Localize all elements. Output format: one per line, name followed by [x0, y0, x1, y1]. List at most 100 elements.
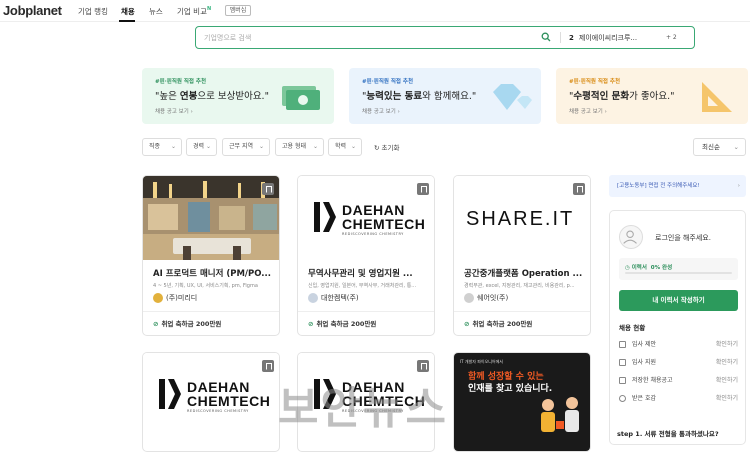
company-logo-icon — [308, 293, 318, 303]
filter-job[interactable]: 직종 ⌄ — [142, 138, 182, 156]
shareit-logo: SHARE.IT — [466, 208, 575, 230]
status-row-likes[interactable]: 받은 호감 확인하기 — [619, 393, 738, 407]
login-prompt[interactable]: 로그인을 해주세요. — [655, 233, 711, 243]
recommend-banner[interactable]: #핀·핀직원 직접 추천 "능력있는 동료와 함께해요." 채용 공고 보기 › — [349, 68, 541, 124]
jobplanet-logo[interactable]: Jobplanet — [3, 3, 62, 18]
sort-label: 최신순 — [702, 143, 720, 151]
user-icon — [623, 230, 637, 244]
filter-employment-type[interactable]: 고용 형태 ⌄ — [275, 138, 324, 156]
status-action[interactable]: 확인하기 — [716, 393, 738, 402]
diamond-icon — [493, 84, 532, 110]
job-meta: 신입, 영업지원, 일본어, 무역사무, 거래처관리, 통... — [308, 283, 417, 289]
job-title[interactable]: 무역사무관리 및 영업지원 ... — [308, 267, 430, 279]
bookmark-icon[interactable] — [417, 360, 429, 372]
filter-employment-label: 고용 형태 — [282, 143, 306, 150]
recommend-banner[interactable]: #핀·핀직원 직접 추천 "수평적인 문화가 좋아요." 채용 공고 보기 › — [556, 68, 748, 124]
job-title[interactable]: 공간중개플랫폼 Operation ... — [464, 267, 586, 279]
avatar[interactable] — [619, 225, 643, 249]
sort-select[interactable]: 최신순 ⌄ — [693, 138, 746, 156]
nav-jobs[interactable]: 채용 — [121, 6, 135, 17]
status-label: 입사 지원 — [632, 359, 656, 366]
card-divider — [298, 311, 434, 312]
daehan-mark-icon — [159, 379, 181, 409]
write-resume-button[interactable]: 내 이력서 작성하기 — [619, 290, 738, 311]
bookmark-icon[interactable] — [262, 183, 274, 195]
check-circle-icon: ⊘ — [308, 320, 314, 328]
nav-company-compare[interactable]: 기업 비교N — [177, 6, 211, 17]
chevron-down-icon: ⌄ — [350, 143, 356, 150]
notice-banner[interactable]: [고용노동부] 면접 전 주의해주세요! › — [609, 175, 746, 197]
banner-link[interactable]: 채용 공고 보기 › — [362, 107, 400, 115]
membership-button[interactable]: 멤버십 — [225, 5, 251, 16]
filter-education[interactable]: 학력 ⌄ — [328, 138, 362, 156]
headline-pre: "높은 — [155, 91, 180, 102]
search-bar: 2 제이에이씨리크루... + 2 — [195, 26, 695, 49]
search-input[interactable] — [204, 31, 524, 44]
banner-tag: #핀·핀직원 직접 추천 — [155, 79, 207, 85]
logo-line3: REDISCOVERING CHEMISTRY — [187, 409, 249, 413]
status-action[interactable]: 확인하기 — [716, 339, 738, 348]
job-title[interactable]: AI 프로덕트 매니저 (PM/PO... — [153, 267, 275, 279]
banner-headline: "높은 연봉으로 보상받아요." — [155, 88, 269, 102]
status-action[interactable]: 확인하기 — [716, 375, 738, 384]
bookmark-icon[interactable] — [262, 360, 274, 372]
bookmark-icon[interactable] — [417, 183, 429, 195]
chevron-down-icon: ⌄ — [312, 143, 318, 150]
company-name[interactable]: 대한켐텍(주) — [308, 293, 359, 303]
logo-line3: REDISCOVERING CHEMISTRY — [342, 232, 404, 236]
hiring-bonus: ⊘ 취업 축하금 200만원 — [308, 318, 376, 328]
document-icon — [619, 359, 626, 366]
job-card-image: IT 개발자 파이오니어에서 함께 성장할 수 있는 인재를 찾고 있습니다. — [454, 353, 590, 451]
company-name[interactable]: 쉐어잇(주) — [464, 293, 508, 303]
status-row-saved[interactable]: 저장한 채용공고 확인하기 — [619, 375, 738, 389]
bookmark-icon[interactable] — [573, 183, 585, 195]
resume-info-icon: ◷ — [625, 265, 632, 271]
company-name[interactable]: (주)미리디 — [153, 293, 197, 303]
headline-bold: 수평적인 문화 — [573, 91, 630, 102]
heart-icon — [619, 395, 626, 402]
headline-post: 으로 보상받아요." — [197, 91, 269, 102]
resume-label: ◷ 이력서 0% 완성 — [625, 263, 672, 271]
filter-experience[interactable]: 경력 ⌄ — [186, 138, 217, 156]
status-row-offer[interactable]: 입사 제안 확인하기 — [619, 339, 738, 353]
job-card[interactable]: DAEHAN CHEMTECH REDISCOVERING CHEMISTRY … — [297, 175, 435, 336]
nav-company-ranking[interactable]: 기업 랭킹 — [78, 6, 108, 17]
user-panel: 로그인을 해주세요. ◷ 이력서 0% 완성 내 이력서 작성하기 채용 현황 … — [609, 210, 746, 445]
headline-bold: 연봉 — [179, 91, 198, 102]
recent-search[interactable]: 2 제이에이씨리크루... — [569, 33, 637, 43]
status-action[interactable]: 확인하기 — [716, 357, 738, 366]
logo-line2: CHEMTECH — [187, 393, 271, 409]
headline-bold: 능력있는 동료 — [366, 91, 423, 102]
headline-post: 와 함께해요." — [422, 91, 477, 102]
bonus-label: 취업 축하금 200만원 — [472, 320, 533, 328]
search-icon[interactable] — [541, 32, 551, 42]
banner-link[interactable]: 채용 공고 보기 › — [569, 107, 607, 115]
job-card[interactable]: IT 개발자 파이오니어에서 함께 성장할 수 있는 인재를 찾고 있습니다. — [453, 352, 591, 452]
hiring-bonus: ⊘ 취업 축하금 200만원 — [153, 318, 221, 328]
headline-post: 가 좋아요." — [629, 91, 675, 102]
job-card[interactable]: AI 프로덕트 매니저 (PM/PO... 4 ~ 5년, 기획, UX, UI… — [142, 175, 280, 336]
reset-filters-button[interactable]: ↻ 초기화 — [374, 142, 399, 152]
banner-link-label: 채용 공고 보기 — [155, 109, 189, 115]
new-badge: N — [206, 6, 212, 12]
check-circle-icon: ⊘ — [153, 320, 159, 328]
money-icon — [282, 86, 320, 110]
chevron-down-icon: ⌄ — [258, 143, 264, 150]
chevron-down-icon: ⌄ — [733, 143, 739, 151]
job-card-image — [143, 176, 279, 260]
nav-company-compare-label: 기업 비교 — [177, 7, 207, 16]
notice-text: [고용노동부] 면접 전 주의해주세요! — [617, 183, 700, 189]
recent-more-button[interactable]: + 2 — [666, 34, 677, 41]
filter-location[interactable]: 근무 지역 ⌄ — [222, 138, 270, 156]
job-card[interactable]: SHARE.IT 공간중개플랫폼 Operation ... 경력무관, exc… — [453, 175, 591, 336]
company-name-label: 대한켐텍(주) — [321, 294, 359, 302]
status-row-applied[interactable]: 입사 지원 확인하기 — [619, 357, 738, 371]
nav-news[interactable]: 뉴스 — [149, 6, 163, 17]
job-card[interactable]: DAEHAN CHEMTECH REDISCOVERING CHEMISTRY — [142, 352, 280, 452]
check-circle-icon: ⊘ — [464, 320, 470, 328]
mail-icon — [619, 341, 626, 348]
recommend-banner[interactable]: #핀·핀직원 직접 추천 "높은 연봉으로 보상받아요." 채용 공고 보기 › — [142, 68, 334, 124]
filter-education-label: 학력 — [335, 143, 347, 150]
job-meta: 경력무관, excel, 지정관리, 재고관리, 비용관리, p... — [464, 283, 575, 289]
banner-link[interactable]: 채용 공고 보기 › — [155, 107, 193, 115]
